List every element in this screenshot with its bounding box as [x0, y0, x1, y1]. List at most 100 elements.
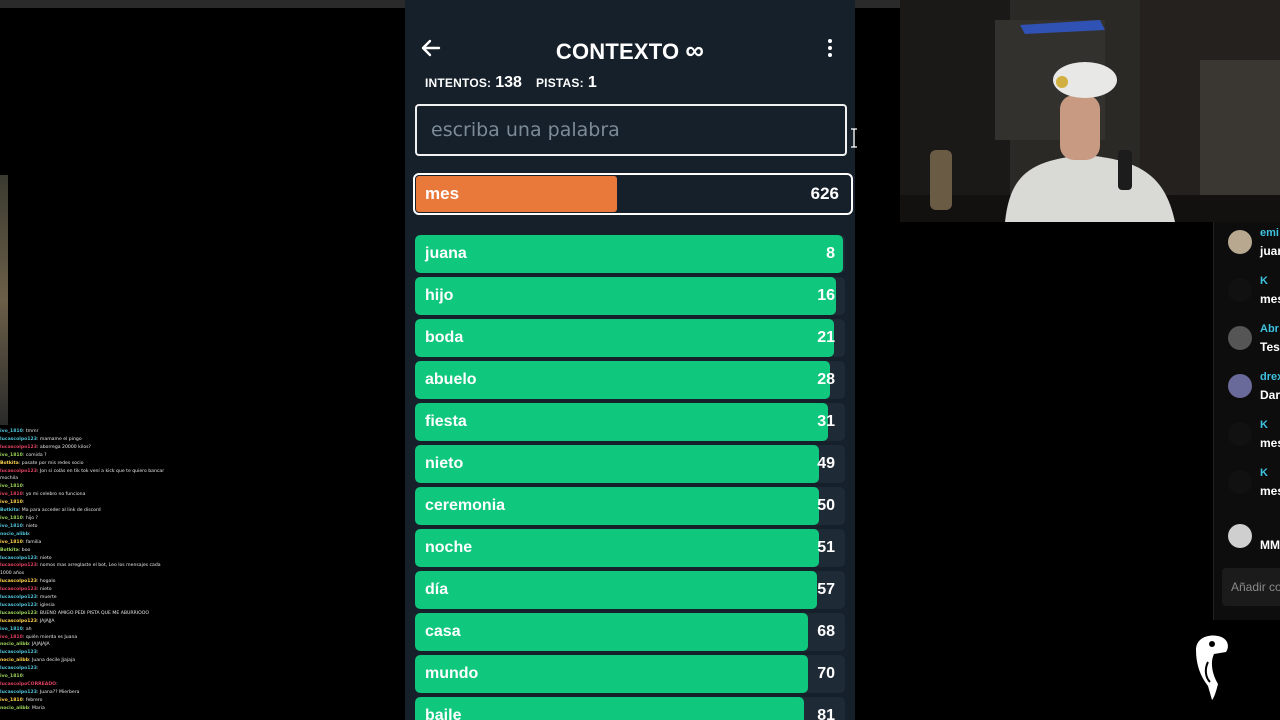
chat-text: : Ma para acceder al link de discord	[18, 508, 101, 514]
guess-rank: 68	[817, 623, 835, 640]
guess-fill	[415, 319, 835, 357]
stream-chat-line: ivo_1810:	[0, 483, 200, 491]
guess-row: casa 68	[415, 613, 845, 651]
stream-chat-line: lucascolpo123: Jon si colás en tik tok v…	[0, 468, 200, 476]
chat-text: : pasate por mis redes socio	[18, 460, 84, 466]
chat-username: ivo_1810	[0, 484, 23, 490]
guess-word: noche	[425, 539, 473, 556]
chat-text: :	[36, 666, 39, 672]
hints-value: 1	[587, 74, 597, 91]
guess-rank: 50	[817, 497, 835, 514]
chat-text: MM	[1260, 538, 1280, 552]
chat-username: ivo_1810	[0, 429, 23, 434]
infinity-icon: ∞	[685, 35, 705, 65]
chat-text: : muerte	[36, 595, 57, 601]
guess-row: nieto 49	[415, 445, 845, 483]
chat-username: ivo_1810	[0, 523, 23, 529]
chat-username: lucascolpo123	[0, 666, 37, 672]
guess-rank: 21	[817, 329, 835, 346]
chat-text: : iglesia	[36, 602, 55, 608]
chat-username: lucascolpo123	[0, 563, 37, 569]
stream-chat-line: lucascolpo123: nieto	[0, 555, 200, 563]
stream-chat-line: nocio_alibb: JAJAJAJA	[0, 641, 200, 649]
chat-text: : tmmr	[22, 429, 39, 434]
chat-username: nocio_alibb	[0, 705, 30, 711]
current-guess-rank: 626	[810, 184, 839, 203]
chat-text: : JAJAJAJA	[29, 642, 50, 648]
text-cursor-icon	[850, 128, 858, 148]
guess-word: día	[425, 581, 449, 598]
guess-fill	[415, 613, 809, 651]
stream-chat-line: ivo_1810:	[0, 673, 200, 681]
stream-chat-line: mochila	[0, 475, 200, 483]
chat-username: ivo_1810	[0, 515, 23, 521]
guess-word: nieto	[425, 455, 464, 472]
chat-text: : febrero	[22, 697, 43, 703]
stream-chat-line: lucascolpo123: muerte	[0, 594, 200, 602]
stream-chat-line: 1000 años	[0, 570, 200, 578]
chat-text: : comida ?	[22, 452, 47, 458]
chat-text: : hogalo	[36, 579, 56, 585]
stream-chat-line: ivo_1810: familia	[0, 539, 200, 547]
chat-text: mes	[1260, 436, 1280, 450]
hints-label: PISTAS:	[535, 76, 584, 90]
chat-username: lucascolpo123	[0, 587, 37, 593]
avatar	[1228, 230, 1252, 254]
chat-username: ivo_1810	[0, 674, 23, 680]
chat-username: ivo_1810	[0, 626, 23, 632]
guess-word: boda	[425, 329, 464, 346]
chat-text: Tes	[1260, 340, 1280, 354]
guess-rank: 57	[817, 581, 835, 598]
guess-row: noche 51	[415, 529, 845, 567]
chat-username: ivo_1810	[0, 492, 23, 498]
current-guess-row: mes 626	[413, 173, 853, 215]
chat-username: lucascolpo123	[0, 555, 37, 561]
chat-text: : hijo ?	[22, 515, 38, 521]
chat-text: : Juana?? Mierbera	[36, 689, 80, 695]
guess-word: ceremonia	[425, 497, 506, 514]
guess-rank: 28	[817, 371, 835, 388]
guess-rank: 51	[817, 539, 835, 556]
chat-username: lucascolpo123	[0, 468, 37, 474]
attempts-value: 138	[495, 74, 522, 91]
side-video-edge	[0, 175, 8, 425]
guess-rank: 70	[817, 665, 835, 682]
guess-rank: 8	[826, 245, 835, 262]
stream-chat-line: nocio_alibb:	[0, 531, 200, 539]
guess-row: mundo 70	[415, 655, 845, 693]
chat-username: Botkita	[0, 547, 19, 553]
avatar	[1228, 374, 1252, 398]
guess-rank: 81	[817, 707, 835, 720]
chat-text: : Maria	[29, 705, 45, 711]
stream-chat-line: lucascolpo123: hogalo	[0, 578, 200, 586]
stream-chat-line: lucascolpo123: Juana?? Mierbera	[0, 689, 200, 697]
guess-row: boda 21	[415, 319, 845, 357]
stream-chat-line: ivo_1810: hijo ?	[0, 515, 200, 523]
guess-rank: 16	[817, 287, 835, 304]
stream-chat-line: ivo_1810: febrero	[0, 697, 200, 705]
chat-text: : nieto	[36, 555, 52, 561]
chat-username: lucascolpo123	[0, 689, 37, 695]
stream-chat-overlay: ivo_1810: tmmr lucascolpo123: mamame el p…	[0, 428, 200, 720]
right-chat-panel: emi juan Kmes Abr Tes drex Dar Kmes Kmes MM	[1213, 222, 1280, 620]
chat-text: :	[29, 531, 31, 537]
chat-username: ivo_1810	[0, 634, 23, 640]
stream-chat-line: lucascolpo123: nieto	[0, 586, 200, 594]
vertical-dots-icon[interactable]	[821, 36, 839, 60]
game-stats: INTENTOS: 138 PISTAS: 1	[425, 74, 611, 92]
chat-text: :	[22, 674, 25, 680]
stream-chat-line: lucascolpo123: JAJAJJA	[0, 618, 200, 626]
guess-word: baile	[425, 707, 462, 720]
guess-word: mundo	[425, 665, 479, 682]
guess-fill	[415, 697, 805, 720]
guess-word: casa	[425, 623, 461, 640]
current-guess-word: mes	[425, 184, 460, 203]
guess-word: abuelo	[425, 371, 477, 388]
chat-username: ivo_1810	[0, 539, 23, 545]
chat-username: nocio_alibb	[0, 531, 30, 537]
chat-username: K	[1260, 275, 1268, 287]
chat-input[interactable]: Añadir co	[1222, 568, 1280, 606]
stream-chat-line: lucascolpo123:	[0, 649, 200, 657]
game-title: CONTEXTO ∞	[555, 35, 705, 65]
word-input[interactable]	[415, 104, 847, 156]
